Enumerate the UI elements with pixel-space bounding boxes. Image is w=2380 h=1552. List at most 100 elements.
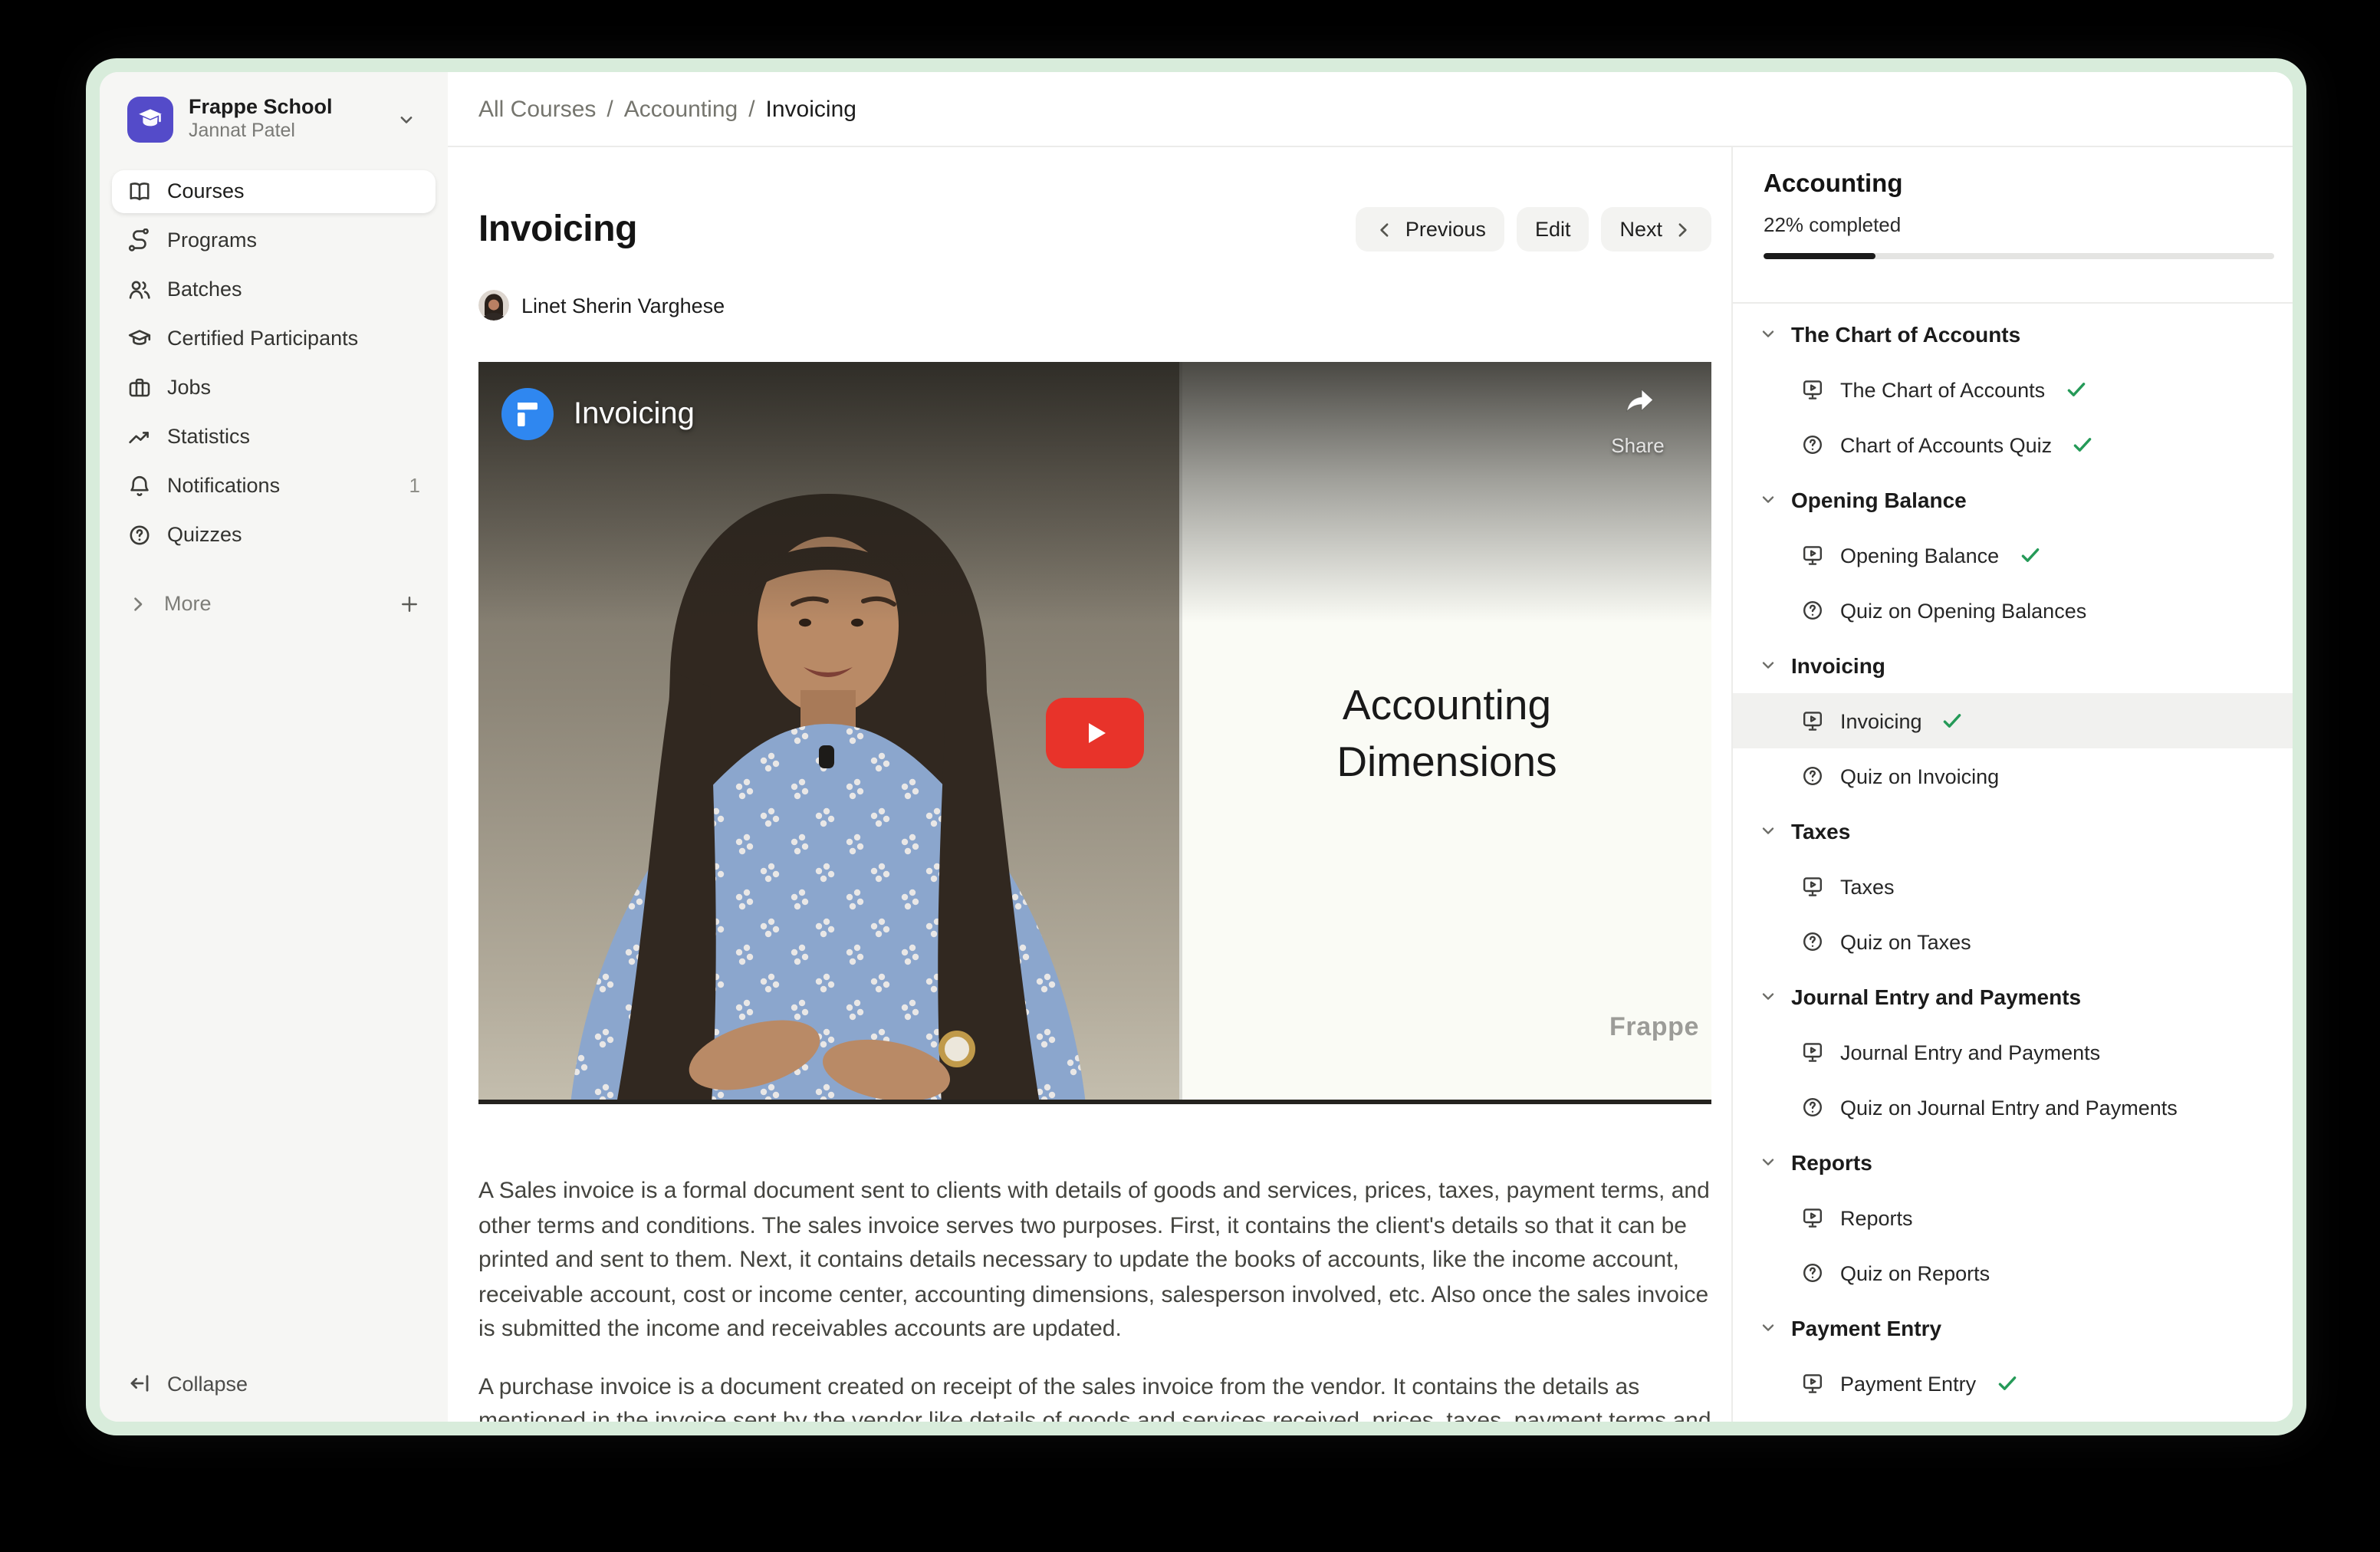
page-title: Invoicing [478,207,637,252]
sidebar-item-notifications[interactable]: Notifications 1 [112,464,436,507]
outline-item-label: Quiz on Journal Entry and Payments [1840,1096,2178,1119]
check-icon [2063,377,2088,402]
outline-section-opening-balance[interactable]: Opening Balance [1733,472,2293,528]
slide-title: Accounting Dimensions [1182,676,1711,790]
outline-item-quiz[interactable]: Quiz on Opening Balances [1733,583,2293,638]
course-outline-panel: Accounting 22% completed The Chart of Ac… [1731,147,2293,1422]
edit-button-label: Edit [1535,218,1571,241]
sidebar-more-label: More [164,592,212,615]
edit-button[interactable]: Edit [1517,207,1589,252]
course-title: Accounting [1764,169,2274,199]
workspace-switcher[interactable]: Frappe School Jannat Patel [100,72,448,143]
top-bar: All Courses / Accounting / Invoicing [448,72,2293,147]
lesson-icon [1800,1371,1825,1396]
video-overlay-title: Invoicing [574,396,695,432]
outline-section-title: The Chart of Accounts [1791,322,2020,347]
play-icon [1077,715,1113,751]
chevron-right-icon [127,593,149,614]
sidebar-item-label: Notifications [167,474,280,497]
sidebar-item-label: Quizzes [167,523,242,546]
collapse-sidebar-button[interactable]: Collapse [100,1371,448,1422]
breadcrumb-separator: / [607,96,613,122]
outline-item-label: Reports [1840,1206,1913,1229]
outline-item-label: Quiz on Reports [1840,1261,1990,1284]
play-button[interactable] [1046,698,1144,768]
check-icon [1994,1371,2019,1396]
outline-item-lesson[interactable]: The Chart of Accounts [1733,362,2293,417]
outline-item-lesson[interactable]: Opening Balance [1733,528,2293,583]
sidebar-item-label: Programs [167,229,257,252]
outline-item-lesson[interactable]: Journal Entry and Payments [1733,1024,2293,1080]
outline-section-payment-entry[interactable]: Payment Entry [1733,1300,2293,1356]
frappe-watermark: Frappe [1609,1012,1699,1043]
breadcrumb-accounting[interactable]: Accounting [624,96,738,122]
outline-item-label: Quiz on Opening Balances [1840,599,2086,622]
outline-section-chart-of-accounts[interactable]: The Chart of Accounts [1733,307,2293,362]
quiz-icon [1800,764,1825,788]
outline-section-invoicing[interactable]: Invoicing [1733,638,2293,693]
sidebar-spacer [100,631,448,1371]
sidebar-item-more[interactable]: More [112,582,436,625]
outline-section-reports[interactable]: Reports [1733,1135,2293,1190]
outline-section-journal-entry[interactable]: Journal Entry and Payments [1733,969,2293,1024]
outline-section-title: Invoicing [1791,653,1885,678]
lesson-icon [1800,1040,1825,1064]
graduation-cap-logo-icon [135,104,166,135]
frappe-f-icon [501,388,554,440]
check-icon [1941,709,1965,733]
outline-item-quiz[interactable]: Chart of Accounts Quiz [1733,417,2293,472]
check-icon [2017,543,2042,567]
sidebar-item-label: Statistics [167,425,250,448]
workspace-subtitle: Jannat Patel [189,120,333,144]
breadcrumb-all-courses[interactable]: All Courses [478,96,596,122]
outline-item-lesson[interactable]: Payment Entry [1733,1356,2293,1411]
outline-section-title: Payment Entry [1791,1316,1941,1340]
book-open-icon [127,179,152,203]
outline-item-lesson[interactable]: Reports [1733,1190,2293,1245]
frappe-channel-avatar[interactable] [501,388,554,440]
sidebar-item-programs[interactable]: Programs [112,219,436,261]
slide-title-line1: Accounting [1182,676,1711,733]
sidebar-item-jobs[interactable]: Jobs [112,366,436,409]
outline-item-quiz[interactable]: Quiz on Journal Entry and Payments [1733,1080,2293,1135]
lesson-icon [1800,1205,1825,1230]
chevron-down-icon [1759,656,1777,675]
help-circle-icon [127,522,152,547]
share-icon [1618,383,1658,423]
sidebar-item-label: Courses [167,179,245,202]
share-label: Share [1595,434,1681,457]
progress-bar-fill [1764,253,1876,259]
sidebar-item-statistics[interactable]: Statistics [112,415,436,458]
outline-item-quiz[interactable]: Quiz on Taxes [1733,914,2293,969]
outline-item-label: Journal Entry and Payments [1840,1041,2100,1064]
briefcase-icon [127,375,152,400]
outline-item-quiz[interactable]: Quiz on Reports [1733,1245,2293,1300]
sidebar-item-batches[interactable]: Batches [112,268,436,311]
video-player[interactable]: Accounting Dimensions Frappe Invoic [478,362,1711,1104]
next-button[interactable]: Next [1601,207,1711,252]
outline-item-lesson-active[interactable]: Invoicing [1733,693,2293,748]
sidebar-item-certified-participants[interactable]: Certified Participants [112,317,436,360]
previous-button[interactable]: Previous [1356,207,1504,252]
outline-section-title: Journal Entry and Payments [1791,985,2081,1009]
chevron-down-icon [1759,491,1777,509]
outline-item-label: Opening Balance [1840,544,1999,567]
quiz-icon [1800,929,1825,954]
outline-section-taxes[interactable]: Taxes [1733,804,2293,859]
sidebar-item-courses[interactable]: Courses [112,169,436,212]
sidebar-item-quizzes[interactable]: Quizzes [112,513,436,556]
lesson-paragraph: A Sales invoice is a formal document sen… [478,1175,1711,1347]
notifications-count-badge: 1 [409,474,420,497]
chevron-down-icon [1759,822,1777,840]
outline-item-lesson[interactable]: Taxes [1733,859,2293,914]
outline-item-quiz[interactable]: Quiz on Invoicing [1733,748,2293,804]
lesson-icon [1800,543,1825,567]
outline-item-label: Payment Entry [1840,1372,1976,1395]
plus-icon[interactable] [399,593,420,614]
check-icon [2070,432,2095,457]
trending-up-icon [127,424,152,449]
outline-section-title: Taxes [1791,819,1850,843]
bell-icon [127,473,152,498]
share-button[interactable]: Share [1595,383,1681,457]
lesson-content: Invoicing Previous Edit Nex [448,147,1731,1422]
